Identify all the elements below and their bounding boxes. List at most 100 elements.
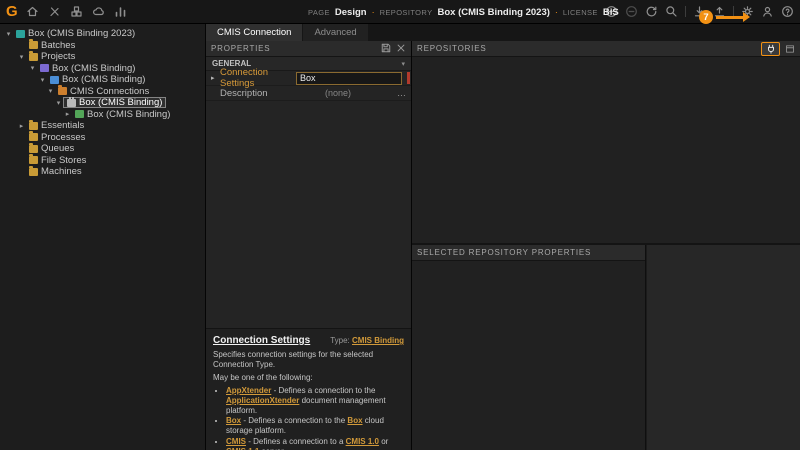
chevron-down-icon[interactable] bbox=[17, 53, 26, 61]
help-link[interactable]: Box bbox=[347, 416, 362, 425]
annotation-step-badge: 7 bbox=[699, 10, 713, 24]
tree-item-file-stores[interactable]: File Stores bbox=[0, 155, 205, 167]
ellipsis-editor-button[interactable]: … bbox=[397, 88, 406, 98]
help-bullet-list: AppXtender - Defines a connection to the… bbox=[213, 386, 404, 450]
tree-item-binding-box[interactable]: Box (CMIS Binding) bbox=[0, 74, 205, 86]
folder-icon bbox=[29, 122, 38, 130]
remove-icon[interactable] bbox=[625, 5, 638, 18]
project-icon bbox=[40, 64, 49, 72]
help-link[interactable]: CMIS 1.1 bbox=[226, 447, 259, 450]
page-value[interactable]: Design bbox=[335, 7, 367, 18]
help-link[interactable]: CMIS 1.0 bbox=[346, 437, 379, 446]
tab-advanced[interactable]: Advanced bbox=[303, 24, 367, 41]
tab-cmis-connection[interactable]: CMIS Connection bbox=[206, 24, 302, 41]
help-icon[interactable] bbox=[781, 5, 794, 18]
tree-item-essentials[interactable]: Essentials bbox=[0, 120, 205, 132]
license-value[interactable]: BiS bbox=[603, 7, 619, 18]
tree-item-queues[interactable]: Queues bbox=[0, 143, 205, 155]
repositories-header: REPOSITORIES bbox=[412, 41, 800, 57]
folder-icon bbox=[29, 145, 38, 153]
repository-node-icon bbox=[75, 110, 84, 118]
save-icon[interactable] bbox=[381, 43, 391, 55]
search-icon[interactable] bbox=[665, 5, 678, 18]
properties-header-title: PROPERTIES bbox=[211, 44, 270, 53]
connect-repository-button[interactable] bbox=[761, 42, 780, 56]
tree-item-machines[interactable]: Machines bbox=[0, 166, 205, 178]
tree-item-batches[interactable]: Batches bbox=[0, 40, 205, 52]
chevron-right-icon[interactable] bbox=[63, 110, 72, 118]
chevron-right-icon[interactable] bbox=[211, 74, 220, 82]
tab-strip: CMIS Connection Advanced bbox=[206, 24, 800, 41]
tree-item-label: Batches bbox=[41, 40, 75, 51]
repositories-panel: REPOSITORIES bbox=[412, 41, 800, 243]
navigation-tree: Box (CMIS Binding 2023) Batches Projects… bbox=[0, 24, 206, 450]
help-bullet: AppXtender - Defines a connection to the… bbox=[226, 386, 404, 415]
tree-item-label: Box (CMIS Binding) bbox=[62, 74, 145, 85]
chevron-down-icon[interactable] bbox=[54, 99, 63, 107]
license-label: LICENSE bbox=[563, 8, 598, 17]
tree-item-connection-box-selected[interactable]: Box (CMIS Binding) bbox=[0, 97, 205, 109]
tree-item-projects[interactable]: Projects bbox=[0, 51, 205, 63]
tree-item-label: Box (CMIS Binding) bbox=[52, 63, 135, 74]
help-paragraph: Specifies connection settings for the se… bbox=[213, 350, 404, 370]
folder-icon bbox=[29, 133, 38, 141]
selected-repository-header-title: SELECTED REPOSITORY PROPERTIES bbox=[417, 248, 591, 257]
toolbar-divider bbox=[685, 6, 686, 17]
required-indicator bbox=[407, 72, 410, 84]
tree-item-cmis-connections[interactable]: CMIS Connections bbox=[0, 86, 205, 98]
selected-repository-grid-empty[interactable] bbox=[412, 261, 645, 450]
separator-dot: · bbox=[555, 7, 558, 17]
repository-root-icon bbox=[16, 30, 25, 38]
tree-item-label: Box (CMIS Binding 2023) bbox=[28, 28, 135, 39]
repositories-list-empty[interactable] bbox=[412, 57, 800, 243]
chevron-down-icon[interactable] bbox=[46, 87, 55, 95]
properties-panel: PROPERTIES GENERAL Connection Settings B… bbox=[206, 41, 412, 450]
app-window: G PAGE Design · REPOSITORY Box (CMIS Bin… bbox=[0, 0, 800, 450]
cancel-icon[interactable] bbox=[396, 43, 406, 55]
repositories-options-icon[interactable] bbox=[785, 44, 795, 54]
grooper-logo[interactable]: G bbox=[6, 4, 18, 19]
chevron-down-icon[interactable] bbox=[38, 76, 47, 84]
chevron-down-icon[interactable] bbox=[28, 64, 37, 72]
folder-icon bbox=[29, 41, 38, 49]
folder-icon bbox=[29, 53, 38, 61]
help-link[interactable]: AppXtender bbox=[226, 386, 271, 395]
tree-item-project-box[interactable]: Box (CMIS Binding) bbox=[0, 63, 205, 75]
tree-item-root[interactable]: Box (CMIS Binding 2023) bbox=[0, 28, 205, 40]
chevron-right-icon[interactable] bbox=[17, 122, 26, 130]
tree-item-processes[interactable]: Processes bbox=[0, 132, 205, 144]
connections-folder-icon bbox=[58, 87, 67, 95]
home-icon[interactable] bbox=[26, 5, 39, 18]
help-title: Connection Settings bbox=[213, 335, 310, 346]
stats-icon[interactable] bbox=[114, 5, 127, 18]
chevron-down-icon[interactable] bbox=[4, 30, 13, 38]
user-icon[interactable] bbox=[761, 5, 774, 18]
help-link[interactable]: CMIS bbox=[226, 437, 246, 446]
connection-settings-value-editor[interactable]: Box bbox=[296, 72, 402, 85]
chevron-down-icon bbox=[401, 60, 405, 68]
type-link[interactable]: CMIS Binding bbox=[352, 336, 404, 345]
repository-value[interactable]: Box (CMIS Binding 2023) bbox=[437, 7, 549, 18]
binding-icon bbox=[50, 76, 59, 84]
topbar: G PAGE Design · REPOSITORY Box (CMIS Bin… bbox=[0, 0, 800, 24]
help-link[interactable]: Box bbox=[226, 416, 241, 425]
page-label: PAGE bbox=[308, 8, 330, 17]
property-row-connection-settings[interactable]: Connection Settings Box bbox=[206, 71, 411, 86]
help-link[interactable]: ApplicationXtender bbox=[226, 396, 299, 405]
context-breadcrumb: PAGE Design · REPOSITORY Box (CMIS Bindi… bbox=[308, 0, 619, 24]
property-help-pane: Connection Settings Type: CMIS Binding S… bbox=[206, 328, 411, 450]
separator-dot: · bbox=[372, 7, 375, 17]
tree-item-label: Machines bbox=[41, 166, 82, 177]
property-row-description[interactable]: Description (none) … bbox=[206, 86, 411, 101]
repositories-header-title: REPOSITORIES bbox=[417, 44, 486, 53]
refresh-icon[interactable] bbox=[645, 5, 658, 18]
tree-item-label: Essentials bbox=[41, 120, 84, 131]
folder-icon bbox=[29, 156, 38, 164]
tools-icon[interactable] bbox=[48, 5, 61, 18]
selected-repository-header: SELECTED REPOSITORY PROPERTIES bbox=[412, 245, 645, 261]
annotation-arrow-head bbox=[743, 12, 750, 22]
tree-item-repository-box[interactable]: Box (CMIS Binding) bbox=[0, 109, 205, 121]
batches-icon[interactable] bbox=[70, 5, 83, 18]
cloud-icon[interactable] bbox=[92, 5, 105, 18]
help-bullet: Box - Defines a connection to the Box cl… bbox=[226, 416, 404, 436]
